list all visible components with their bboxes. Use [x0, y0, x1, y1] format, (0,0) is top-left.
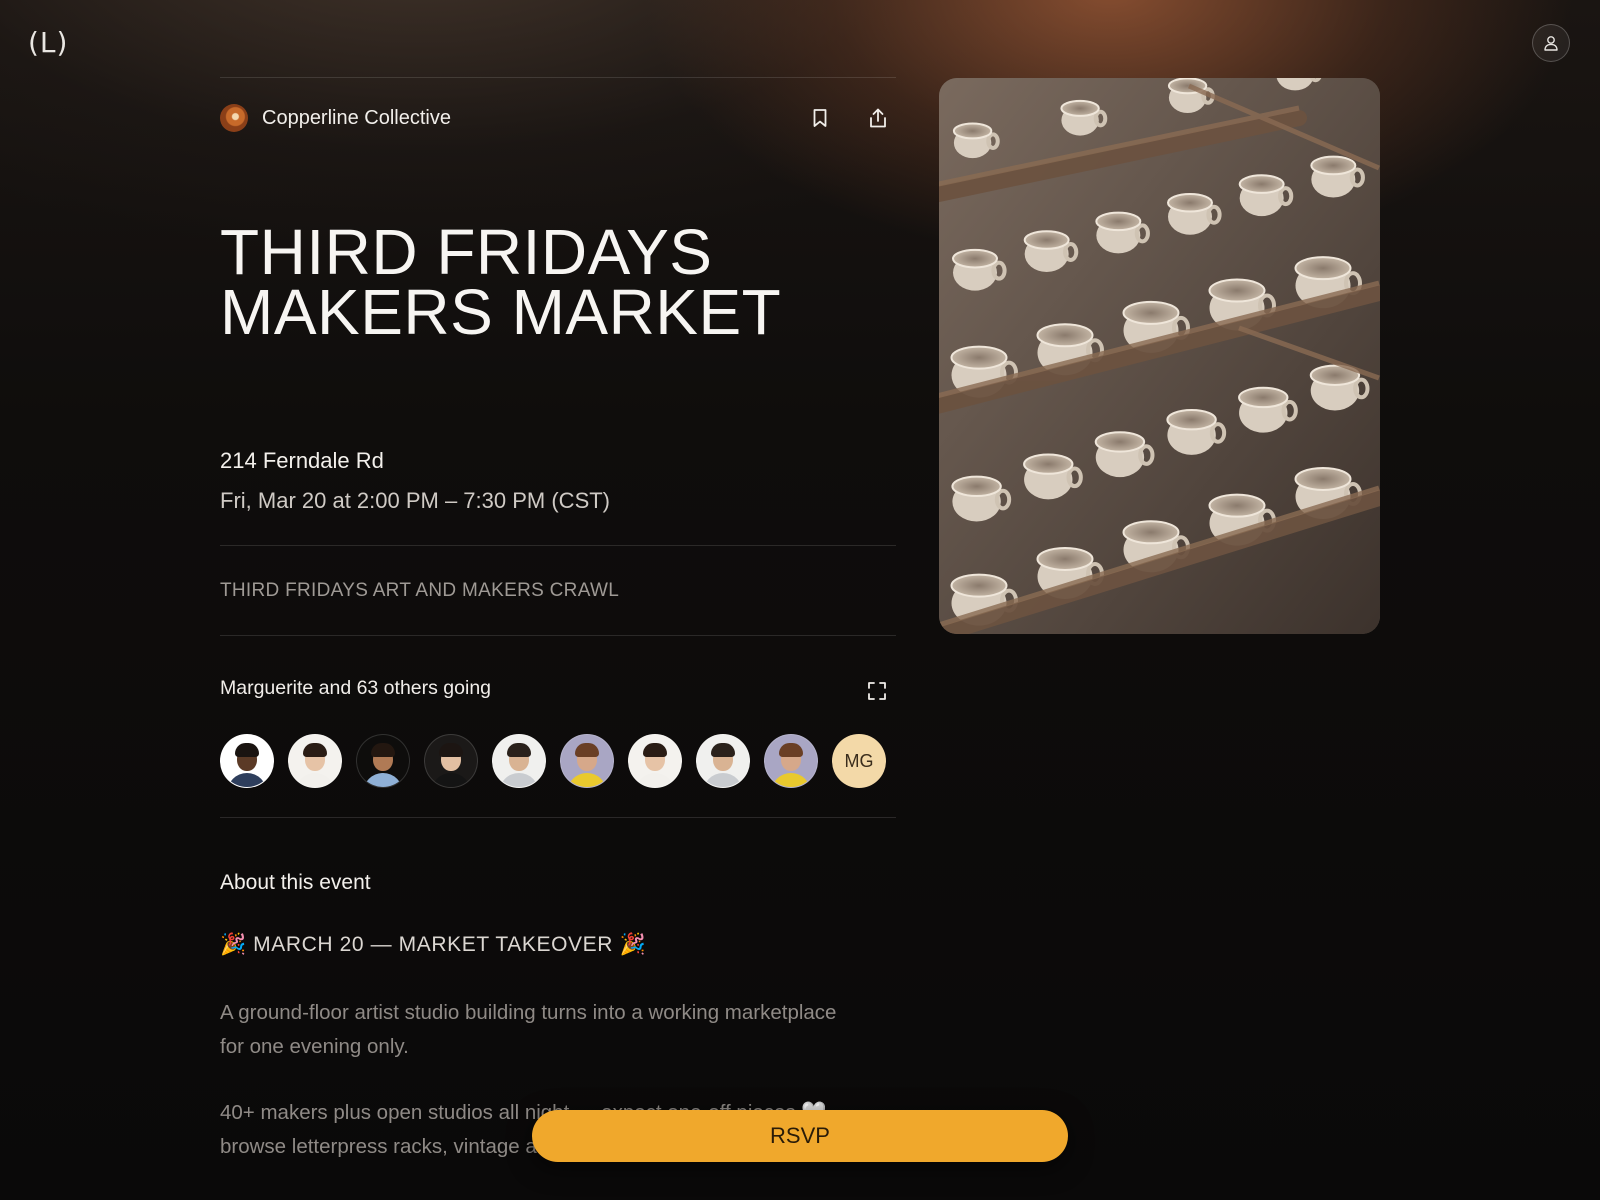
event-location[interactable]: 214 Ferndale Rd — [220, 448, 384, 474]
event-title-line-1: THIRD FRIDAYS — [220, 216, 713, 288]
rsvp-button[interactable]: RSVP — [532, 1110, 1068, 1162]
attendee-avatar[interactable] — [288, 734, 342, 788]
avatar-hair — [235, 743, 259, 757]
attendee-avatar[interactable] — [696, 734, 750, 788]
avatar-body — [363, 773, 403, 787]
avatar-hair — [507, 743, 531, 757]
avatar-body — [227, 773, 267, 787]
share-icon — [870, 108, 886, 128]
attendee-avatar[interactable] — [424, 734, 478, 788]
event-cover-image — [939, 78, 1380, 634]
expand-icon — [868, 682, 886, 700]
event-title-line-2: MAKERS MARKET — [220, 276, 782, 348]
divider — [220, 817, 896, 818]
avatar-hair — [439, 743, 463, 757]
about-heading: About this event — [220, 871, 371, 894]
avatar-body — [771, 773, 811, 787]
attendee-avatar[interactable] — [492, 734, 546, 788]
avatar-body — [567, 773, 607, 787]
event-datetime: Fri, Mar 20 at 2:00 PM – 7:30 PM (CST) — [220, 488, 611, 513]
avatar-hair — [303, 743, 327, 757]
about-takeover: 🎉 MARCH 20 — MARKET TAKEOVER 🎉 — [220, 933, 647, 956]
attendee-avatar[interactable] — [356, 734, 410, 788]
share-button[interactable] — [866, 106, 890, 130]
avatar-body — [703, 773, 743, 787]
attendee-avatar[interactable] — [220, 734, 274, 788]
host-avatar[interactable] — [220, 104, 248, 132]
divider — [220, 545, 896, 546]
divider — [220, 635, 896, 636]
about-paragraph-1: A ground-floor artist studio building tu… — [220, 1001, 837, 1058]
app-logo[interactable]: (L) — [28, 26, 68, 59]
avatar-body — [295, 773, 335, 787]
attendee-summary[interactable]: Marguerite and 63 others going — [220, 677, 491, 700]
attendee-avatar-initials[interactable]: MG — [832, 734, 886, 788]
host-name[interactable]: Copperline Collective — [262, 107, 451, 130]
avatar-body — [635, 773, 675, 787]
account-button[interactable] — [1532, 24, 1570, 62]
bookmark-button[interactable] — [808, 106, 832, 130]
attendee-avatar[interactable] — [560, 734, 614, 788]
avatar-hair — [711, 743, 735, 757]
event-title: THIRD FRIDAYS MAKERS MARKET — [220, 216, 782, 348]
person-icon — [1544, 36, 1558, 51]
avatar-hair — [575, 743, 599, 757]
expand-attendees-button[interactable] — [866, 680, 888, 702]
avatar-hair — [779, 743, 803, 757]
attendee-avatars: MG — [220, 734, 886, 788]
host-row: Copperline Collective — [220, 102, 896, 134]
avatar-body — [431, 773, 471, 787]
attendee-avatar[interactable] — [764, 734, 818, 788]
avatar-hair — [643, 743, 667, 757]
avatar-body — [499, 773, 539, 787]
attendee-avatar[interactable] — [628, 734, 682, 788]
bookmark-icon — [813, 109, 827, 127]
divider — [220, 77, 896, 78]
pottery-shelves-illustration — [939, 78, 1380, 634]
avatar-hair — [371, 743, 395, 757]
event-series[interactable]: THIRD FRIDAYS ART AND MAKERS CRAWL — [220, 580, 619, 602]
